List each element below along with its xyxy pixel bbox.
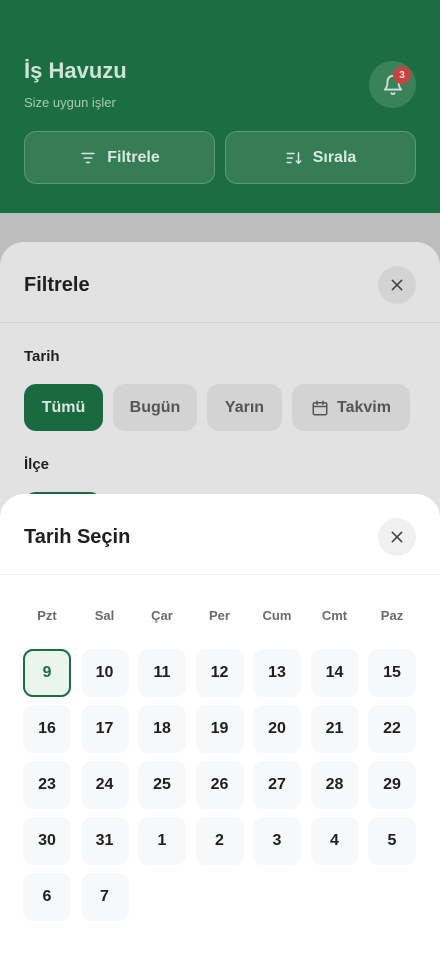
sort-button-label: Sırala: [312, 148, 357, 166]
calendar-day[interactable]: 5: [368, 817, 416, 865]
calendar-day[interactable]: 28: [310, 761, 359, 809]
calendar-day[interactable]: 2: [195, 817, 244, 865]
calendar-day[interactable]: 24: [80, 761, 129, 809]
calendar-day[interactable]: 29: [368, 761, 416, 809]
calendar-day[interactable]: 19: [195, 705, 244, 753]
weekday-label: Cum: [262, 608, 292, 623]
calendar-day[interactable]: 23: [23, 761, 71, 809]
calendar-day[interactable]: 20: [253, 705, 301, 753]
date-chip-all[interactable]: Tümü: [24, 384, 103, 431]
calendar-grid: 9 10 11 12 13 14 15 16 17 18 19 20 21 22 23 24 25 26 27 28 2…: [23, 649, 416, 921]
calendar-day[interactable]: 18: [138, 705, 186, 753]
app-header: İş Havuzu Size uygun işler 3 Filtrele Sı…: [0, 0, 440, 213]
calendar-day[interactable]: 17: [80, 705, 129, 753]
date-picker-title: Tarih Seçin: [24, 526, 131, 548]
district-section-label: İlçe: [24, 456, 50, 473]
weekday-label: Paz: [380, 608, 404, 623]
weekday-label: Çar: [151, 608, 173, 623]
weekday-label: Sal: [94, 608, 115, 623]
filter-sheet-title: Filtrele: [24, 274, 90, 296]
notifications-button[interactable]: [369, 61, 416, 108]
date-chip-today[interactable]: Bugün: [113, 384, 197, 431]
calendar-day[interactable]: 22: [368, 705, 416, 753]
calendar-day[interactable]: 25: [138, 761, 186, 809]
calendar-day[interactable]: 7: [80, 873, 129, 921]
filter-button-label: Filtrele: [107, 148, 160, 166]
calendar-day[interactable]: 31: [80, 817, 129, 865]
divider: [0, 322, 440, 323]
filter-close-button[interactable]: [378, 266, 416, 304]
date-section-label: Tarih: [24, 348, 60, 365]
filter-icon: [81, 152, 96, 163]
weekday-header: Pzt Sal Çar Per Cum Cmt Paz: [23, 608, 416, 623]
calendar-day[interactable]: 16: [23, 705, 71, 753]
calendar-day[interactable]: 4: [310, 817, 359, 865]
calendar-day[interactable]: 3: [253, 817, 301, 865]
calendar-day-selected[interactable]: 9: [23, 649, 71, 697]
calendar-day[interactable]: 12: [195, 649, 244, 697]
chip-label: Yarın: [224, 398, 265, 416]
calendar-day[interactable]: 21: [310, 705, 359, 753]
date-picker-close-button[interactable]: [378, 518, 416, 556]
divider: [0, 574, 440, 575]
sort-button[interactable]: Sırala: [225, 131, 416, 184]
page-subtitle: Size uygun işler: [24, 95, 116, 110]
calendar-day[interactable]: 1: [138, 817, 186, 865]
calendar-day[interactable]: 26: [195, 761, 244, 809]
calendar-day[interactable]: 15: [368, 649, 416, 697]
chip-label: Tümü: [41, 398, 86, 416]
calendar-day[interactable]: 6: [23, 873, 71, 921]
chip-label: Bugün: [129, 398, 181, 416]
weekday-label: Cmt: [321, 608, 348, 623]
filter-button[interactable]: Filtrele: [24, 131, 215, 184]
calendar-day[interactable]: 14: [310, 649, 359, 697]
calendar-day[interactable]: 27: [253, 761, 301, 809]
close-icon: [391, 279, 403, 291]
close-icon: [391, 531, 403, 543]
date-picker-sheet: Tarih Seçin Pzt Sal Çar Per Cum Cmt Paz 9 10 11 1…: [0, 494, 440, 977]
page-title: İş Havuzu: [24, 58, 127, 83]
calendar-day[interactable]: 13: [253, 649, 301, 697]
weekday-label: Pzt: [37, 608, 57, 623]
date-chip-calendar[interactable]: Takvim: [292, 384, 410, 431]
notification-badge: 3: [393, 66, 411, 84]
weekday-label: Per: [209, 608, 230, 623]
calendar-day[interactable]: 10: [80, 649, 129, 697]
calendar-day[interactable]: 30: [23, 817, 71, 865]
calendar-day[interactable]: 11: [138, 649, 186, 697]
chip-label: Takvim: [337, 398, 391, 416]
sort-icon: [286, 151, 302, 164]
calendar-icon: [312, 400, 328, 415]
date-chip-tomorrow[interactable]: Yarın: [207, 384, 282, 431]
